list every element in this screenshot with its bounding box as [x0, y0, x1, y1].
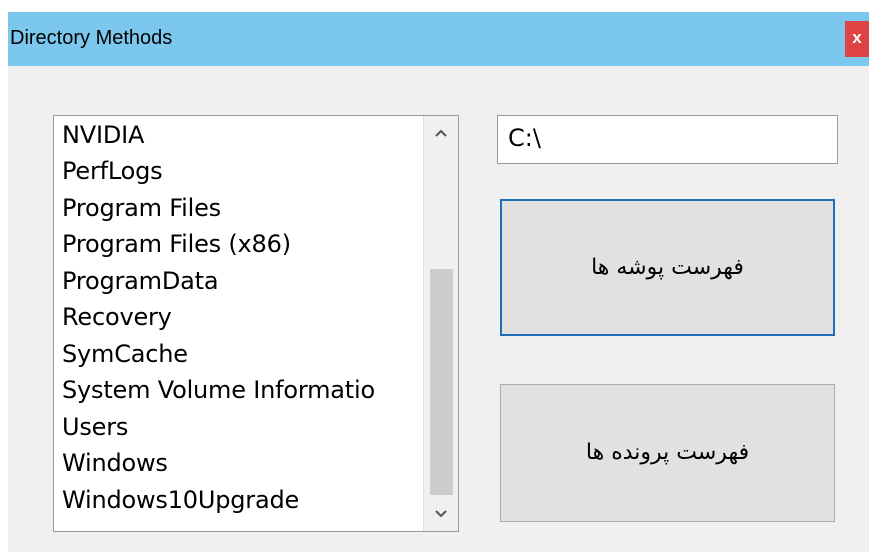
scroll-thumb[interactable] — [430, 269, 453, 495]
list-files-button[interactable]: فهرست پرونده ها — [500, 384, 835, 522]
list-item[interactable]: Users — [62, 412, 128, 442]
scroll-down-button[interactable] — [424, 497, 458, 531]
list-item[interactable]: Recovery — [62, 302, 172, 332]
list-item[interactable]: Program Files — [62, 193, 221, 223]
window-title: Directory Methods — [10, 27, 173, 49]
scroll-up-button[interactable] — [424, 116, 458, 150]
chevron-down-icon — [435, 510, 447, 518]
directory-methods-window: Directory Methods x NVIDIA PerfLogs Prog… — [8, 12, 869, 552]
chevron-up-icon — [435, 129, 447, 137]
close-button[interactable]: x — [845, 21, 869, 57]
list-item[interactable]: Windows10Upgrade — [62, 485, 299, 515]
list-item[interactable]: System Volume Informatio — [62, 375, 375, 405]
list-item[interactable]: ProgramData — [62, 266, 219, 296]
listbox-scrollbar[interactable] — [423, 116, 458, 531]
title-bar[interactable]: Directory Methods x — [8, 12, 869, 66]
list-folders-button[interactable]: فهرست پوشه ها — [500, 199, 835, 336]
listbox-items: NVIDIA PerfLogs Program Files Program Fi… — [54, 116, 424, 531]
list-item[interactable]: NVIDIA — [62, 120, 144, 150]
path-input[interactable]: C:\ — [497, 115, 838, 164]
directory-listbox[interactable]: NVIDIA PerfLogs Program Files Program Fi… — [53, 115, 459, 532]
list-item[interactable]: PerfLogs — [62, 156, 163, 186]
list-item[interactable]: Program Files (x86) — [62, 229, 291, 259]
list-item[interactable]: SymCache — [62, 339, 188, 369]
list-item[interactable]: Windows — [62, 448, 168, 478]
